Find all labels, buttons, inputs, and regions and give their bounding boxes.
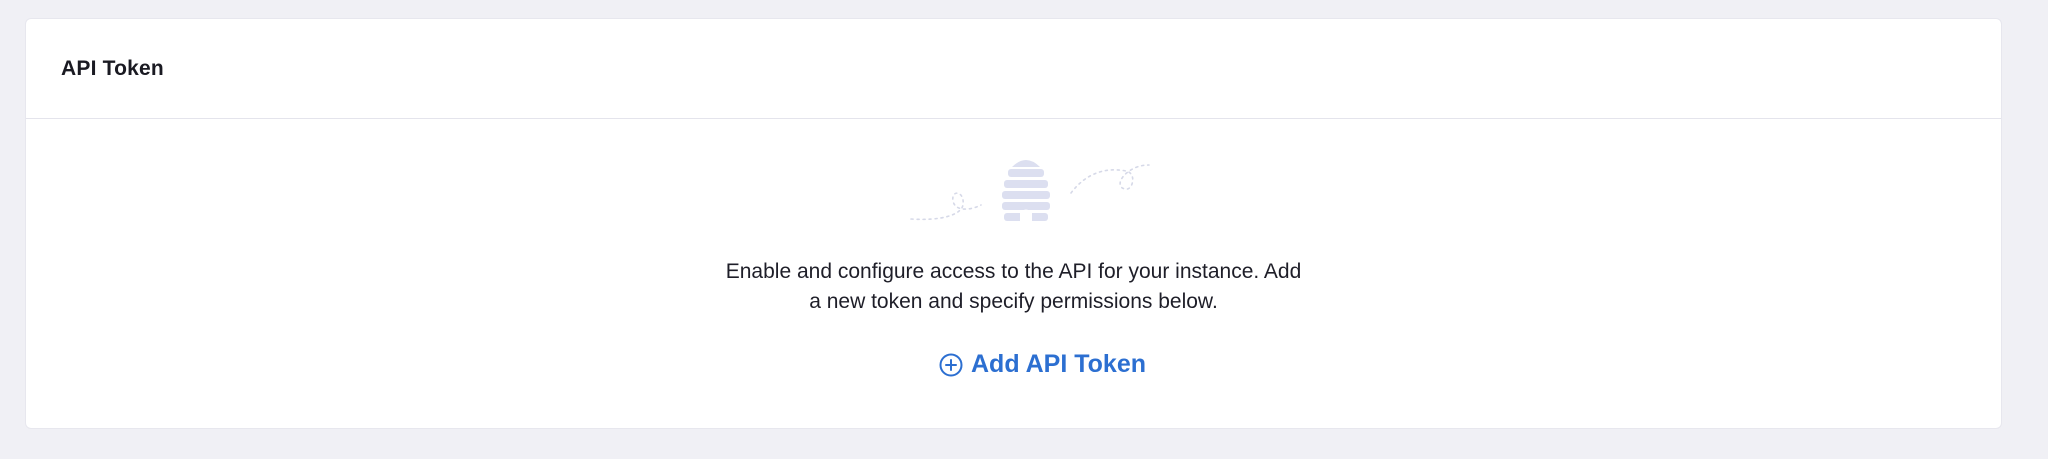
- empty-state: Enable and configure access to the API f…: [26, 119, 2001, 429]
- api-token-card: API Token Enable and configure access to…: [25, 18, 2002, 429]
- description-line-1: Enable and configure access to the API f…: [725, 260, 1302, 283]
- card-title: API Token: [61, 56, 164, 80]
- add-api-token-button[interactable]: Add API Token: [939, 350, 1146, 379]
- plus-circle-icon: [939, 353, 963, 376]
- beehive-icon: [910, 160, 1150, 221]
- empty-state-description: Enable and configure access to the API f…: [26, 257, 2001, 317]
- description-line-2: a new token and specify permissions belo…: [809, 290, 1218, 313]
- add-api-token-label: Add API Token: [971, 350, 1146, 378]
- card-header: API Token: [26, 19, 2001, 119]
